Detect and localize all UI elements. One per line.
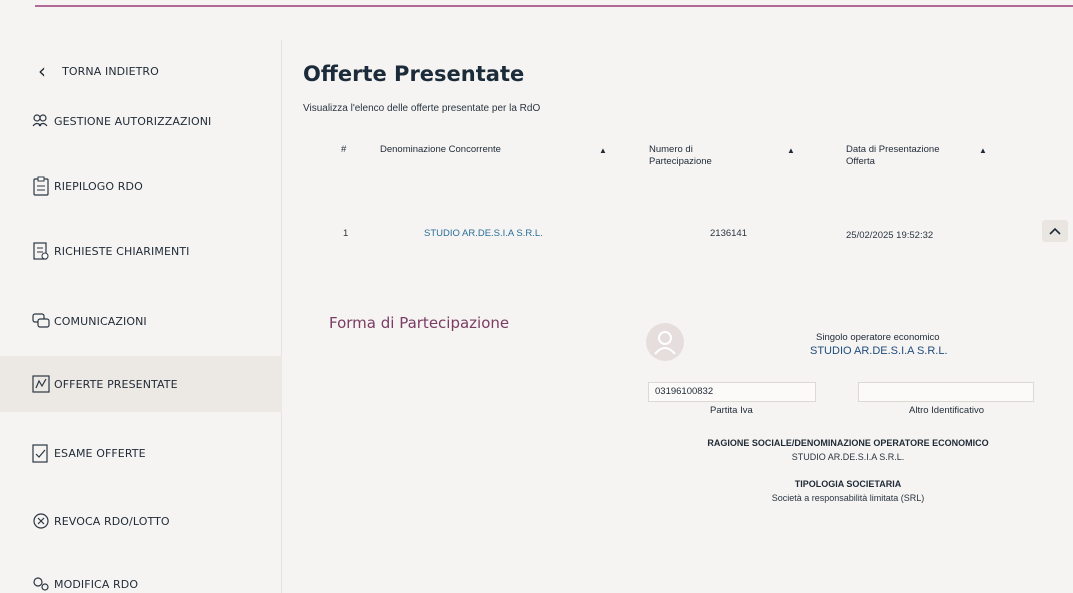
sidebar-item-label: ESAME OFFERTE bbox=[54, 446, 146, 460]
sidebar-item-richieste-chiarimenti[interactable]: RICHIESTE CHIARIMENTI bbox=[30, 240, 190, 262]
sidebar-item-label: REVOCA RDO/LOTTO bbox=[54, 514, 170, 528]
clipboard-icon bbox=[30, 175, 52, 197]
row-submission-date: 25/02/2025 19:52:32 bbox=[846, 230, 934, 241]
type-value: Società a responsabilità limitata (SRL) bbox=[771, 493, 925, 503]
column-header-name[interactable]: Denominazione Concorrente bbox=[380, 144, 501, 156]
document-check-icon bbox=[30, 442, 52, 464]
back-label: TORNA INDIETRO bbox=[62, 64, 159, 78]
sidebar-item-esame-offerte[interactable]: ESAME OFFERTE bbox=[30, 442, 146, 464]
section-title: Forma di Partecipazione bbox=[329, 314, 510, 332]
row-participation-number: 2136141 bbox=[710, 228, 747, 239]
sidebar-item-label: GESTIONE AUTORIZZAZIONI bbox=[54, 114, 212, 128]
vat-field: 03196100832 bbox=[648, 382, 816, 402]
offer-document-icon bbox=[30, 373, 52, 395]
sidebar-item-label: RIEPILOGO RDO bbox=[54, 179, 143, 193]
sidebar-item-riepilogo-rdo[interactable]: RIEPILOGO RDO bbox=[30, 175, 143, 197]
row-competitor-name[interactable]: STUDIO AR.DE.S.I.A S.R.L. bbox=[424, 228, 543, 239]
page-title: Offerte Presentate bbox=[303, 62, 525, 86]
user-avatar-icon bbox=[646, 323, 684, 361]
type-heading: TIPOLOGIA SOCIETARIA bbox=[794, 479, 902, 489]
chevron-left-icon: ‹ bbox=[38, 59, 47, 83]
column-header-index: # bbox=[341, 144, 347, 155]
operator-name: STUDIO AR.DE.S.I.A S.R.L. bbox=[810, 345, 948, 357]
page-subtitle: Visualizza l'elenco delle offerte presen… bbox=[303, 103, 541, 114]
sidebar-item-label: COMUNICAZIONI bbox=[54, 314, 147, 328]
company-value: STUDIO AR.DE.S.I.A S.R.L. bbox=[791, 452, 905, 462]
sidebar-item-comunicazioni[interactable]: COMUNICAZIONI bbox=[30, 310, 147, 332]
sidebar-item-revoca-rdo-lotto[interactable]: REVOCA RDO/LOTTO bbox=[30, 510, 170, 532]
column-header-number[interactable]: Numero di Partecipazione bbox=[649, 144, 729, 168]
sidebar-item-offerte-presentate[interactable]: OFFERTE PRESENTATE bbox=[0, 356, 282, 412]
company-heading: RAGIONE SOCIALE/DENOMINAZIONE OPERATORE … bbox=[707, 438, 989, 448]
document-question-icon bbox=[30, 240, 52, 262]
operator-type: Singolo operatore economico bbox=[816, 332, 940, 343]
sort-name-icon[interactable]: ▲ bbox=[599, 146, 607, 155]
chevron-up-icon bbox=[1049, 227, 1061, 235]
sidebar-item-label: MODIFICA RDO bbox=[54, 577, 139, 591]
sidebar: ‹ TORNA INDIETRO GESTIONE AUTORIZZAZIONI… bbox=[0, 40, 282, 593]
revoke-icon bbox=[30, 510, 52, 532]
collapse-row-button[interactable] bbox=[1042, 220, 1068, 242]
row-index: 1 bbox=[343, 228, 349, 239]
vat-label: Partita Iva bbox=[710, 405, 753, 416]
sort-date-icon[interactable]: ▲ bbox=[979, 146, 987, 155]
sidebar-item-label: RICHIESTE CHIARIMENTI bbox=[54, 244, 190, 258]
top-divider bbox=[35, 5, 1073, 7]
back-button[interactable]: ‹ TORNA INDIETRO bbox=[38, 61, 159, 81]
sidebar-item-modifica-rdo[interactable]: MODIFICA RDO bbox=[30, 573, 138, 593]
sidebar-item-label: OFFERTE PRESENTATE bbox=[54, 377, 178, 391]
gears-icon bbox=[30, 573, 52, 593]
other-id-label: Altro Identificativo bbox=[909, 405, 984, 416]
chat-bubbles-icon bbox=[30, 310, 52, 332]
users-key-icon bbox=[30, 110, 52, 132]
sort-number-icon[interactable]: ▲ bbox=[787, 146, 795, 155]
column-header-date[interactable]: Data di Presentazione Offerta bbox=[846, 144, 956, 168]
sidebar-item-gestione-autorizzazioni[interactable]: GESTIONE AUTORIZZAZIONI bbox=[30, 110, 211, 132]
other-id-field bbox=[858, 382, 1034, 402]
